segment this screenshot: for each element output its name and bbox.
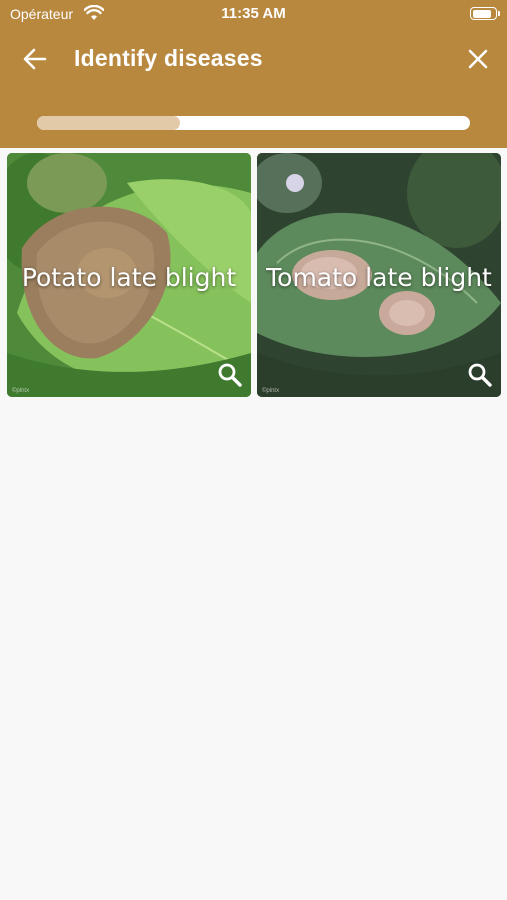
battery-icon — [470, 7, 500, 20]
status-bar: Opérateur 11:35 AM — [0, 0, 507, 28]
close-button[interactable] — [464, 45, 492, 73]
status-time: 11:35 AM — [221, 5, 286, 22]
photo-credit: ©plntx — [12, 388, 30, 394]
back-button[interactable] — [20, 44, 50, 74]
disease-card-tomato-late-blight[interactable]: Tomato late blight ©plntx — [257, 153, 501, 397]
arrow-left-icon — [23, 48, 47, 70]
app-header: Opérateur 11:35 AM Identify diseases — [0, 0, 507, 148]
search-icon[interactable] — [467, 362, 493, 388]
photo-credit: ©plntx — [262, 388, 280, 394]
close-icon — [468, 49, 488, 69]
progress-bar — [37, 116, 470, 130]
card-label: Tomato late blight — [266, 263, 492, 292]
disease-card-potato-late-blight[interactable]: Potato late blight ©plntx — [7, 153, 251, 397]
page-title: Identify diseases — [74, 45, 263, 71]
search-icon[interactable] — [217, 362, 243, 388]
card-label: Potato late blight — [21, 263, 237, 292]
progress-fill — [37, 116, 180, 130]
